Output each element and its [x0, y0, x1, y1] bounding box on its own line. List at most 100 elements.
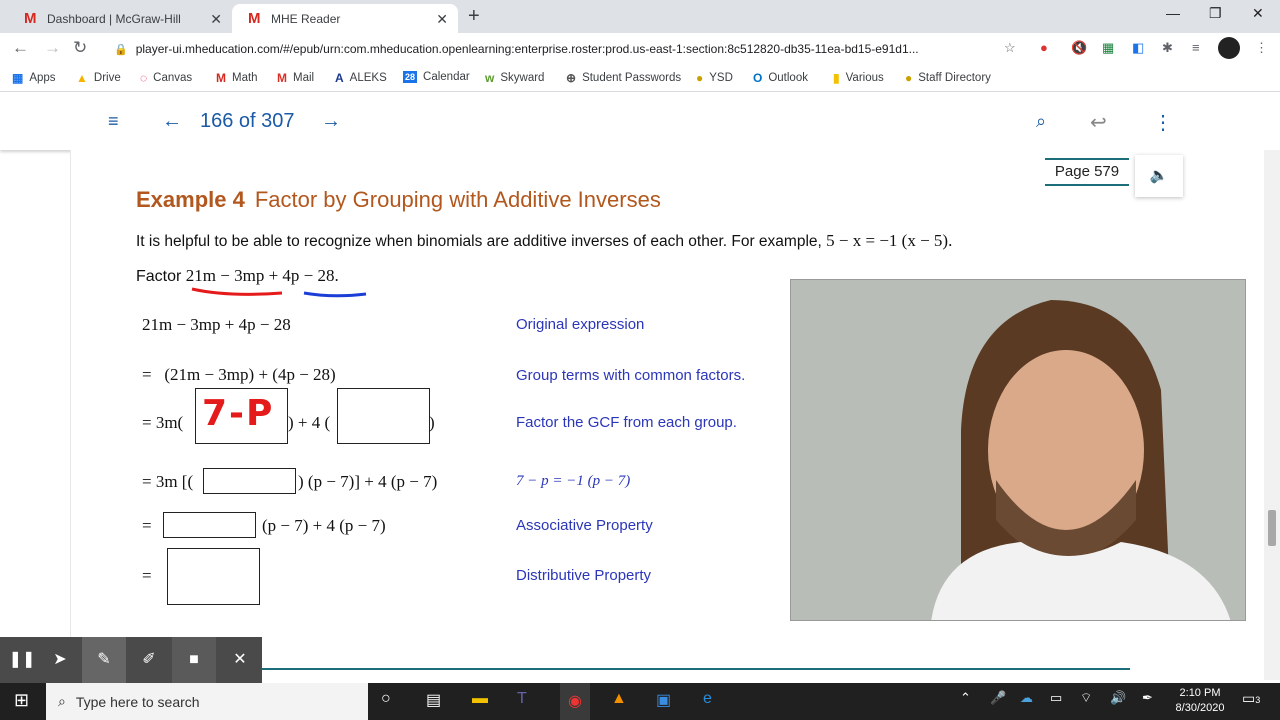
- volume-icon[interactable]: 🔊: [1110, 690, 1126, 706]
- pen-workspace-icon[interactable]: ✒: [1142, 690, 1153, 706]
- edge-icon[interactable]: e: [703, 690, 712, 708]
- bookmark-calendar[interactable]: 28 Calendar: [403, 71, 470, 83]
- menu-icon[interactable]: ⋮: [1255, 40, 1268, 56]
- table-of-contents-icon[interactable]: ≡: [108, 111, 119, 132]
- step-expression-right: ) (p − 7)] + 4 (p − 7): [298, 472, 438, 491]
- tab-dashboard[interactable]: M Dashboard | McGraw-Hill ✕: [8, 4, 232, 33]
- pointer-icon[interactable]: ➤: [38, 637, 82, 683]
- example-title: Factor by Grouping with Additive Inverse…: [254, 187, 661, 212]
- speaker-icon: 🔈: [1149, 167, 1169, 184]
- answer-box[interactable]: [163, 512, 256, 538]
- bookmark-label: Mail: [293, 72, 315, 84]
- bookmark-canvas[interactable]: ◌ Canvas: [140, 71, 192, 85]
- avatar[interactable]: [1218, 37, 1240, 59]
- cortana-icon[interactable]: ○: [381, 690, 391, 708]
- skyward-icon: w: [485, 71, 495, 85]
- calendar-icon: 28: [403, 71, 418, 83]
- maximize-icon[interactable]: ❐: [1209, 5, 1222, 22]
- extension-icon[interactable]: ●: [1040, 40, 1048, 55]
- battery-icon[interactable]: ▭: [1050, 690, 1062, 706]
- mute-icon[interactable]: 🔇: [1071, 40, 1087, 56]
- bookmark-aleks[interactable]: A ALEKS: [335, 71, 387, 85]
- bookmark-drive[interactable]: ▲ Drive: [76, 71, 121, 85]
- bookmark-label: Outlook: [768, 72, 808, 84]
- chrome-icon[interactable]: ◉: [560, 683, 590, 720]
- folder-icon: ▮: [833, 71, 840, 85]
- vlc-icon[interactable]: ▲: [611, 690, 627, 708]
- screencast-icon[interactable]: ▣: [656, 690, 671, 710]
- sheets-icon[interactable]: ▦: [1102, 40, 1114, 56]
- task-view-icon[interactable]: ▤: [426, 690, 441, 710]
- red-underline: [191, 287, 283, 296]
- star-icon[interactable]: ☆: [1004, 40, 1016, 56]
- tab-mhe-reader[interactable]: M MHE Reader ✕: [232, 4, 458, 33]
- file-explorer-icon[interactable]: ▬: [472, 690, 488, 708]
- pen-icon[interactable]: ✎: [82, 637, 126, 683]
- new-tab-button[interactable]: +: [468, 5, 480, 28]
- search-icon: ⌕: [58, 693, 66, 709]
- handwritten-underline: [191, 287, 367, 298]
- previous-page-icon[interactable]: ←: [162, 110, 182, 133]
- answer-box-filled[interactable]: 7-P: [195, 388, 288, 444]
- onedrive-icon[interactable]: ☁: [1020, 690, 1033, 706]
- example-heading: Example 4 Factor by Grouping with Additiv…: [136, 187, 661, 213]
- answer-box[interactable]: [167, 548, 260, 605]
- address-bar[interactable]: 🔒 player-ui.mheducation.com/#/epub/urn:c…: [104, 37, 1028, 61]
- bookmark-skyward[interactable]: w Skyward: [485, 71, 544, 85]
- close-window-icon[interactable]: ✕: [1252, 5, 1264, 22]
- bookmark-apps[interactable]: ▦ Apps: [12, 71, 56, 85]
- forward-icon[interactable]: →: [44, 38, 61, 58]
- extension-icon[interactable]: ◧: [1132, 40, 1144, 56]
- scroll-thumb[interactable]: [1268, 510, 1276, 546]
- intro-text: It is helpful to be able to recognize wh…: [136, 231, 952, 251]
- bookmark-various[interactable]: ▮ Various: [833, 71, 884, 85]
- webcam-overlay: [790, 279, 1246, 621]
- outlook-icon: O: [753, 71, 763, 85]
- bookmark-staff-directory[interactable]: ● Staff Directory: [905, 71, 991, 85]
- microphone-icon[interactable]: 🎤: [990, 690, 1006, 706]
- page-scrollbar[interactable]: [1264, 150, 1280, 680]
- step-expression: = (21m − 3mp) + (4p − 28): [142, 365, 336, 384]
- windows-start-icon[interactable]: ⊞: [14, 690, 29, 711]
- back-icon[interactable]: ←: [12, 38, 29, 58]
- bookmark-mail[interactable]: M Mail: [277, 71, 314, 85]
- bookmark-ysd[interactable]: ● YSD: [696, 71, 733, 85]
- close-icon[interactable]: ✕: [218, 637, 262, 683]
- highlighter-icon[interactable]: ✐: [127, 637, 171, 683]
- page-counter: 166 of 307: [200, 110, 295, 132]
- answer-box[interactable]: [337, 388, 430, 444]
- answer-box[interactable]: [203, 468, 296, 494]
- notification-count: 3: [1255, 695, 1261, 705]
- camera-icon[interactable]: ■: [172, 637, 216, 683]
- search-placeholder: Type here to search: [75, 693, 200, 710]
- teams-icon[interactable]: T: [517, 690, 527, 708]
- example-label: Example 4: [136, 187, 245, 212]
- close-tab-icon[interactable]: ✕: [436, 11, 448, 28]
- factor-expression: 21m − 3mp + 4p − 28.: [185, 266, 339, 285]
- mcgraw-hill-icon: M: [216, 71, 226, 85]
- bookmark-outlook[interactable]: O Outlook: [753, 71, 808, 85]
- show-hidden-icons[interactable]: ⌃: [960, 690, 971, 706]
- audio-button[interactable]: 🔈: [1135, 155, 1183, 197]
- notification-center-icon[interactable]: ▭3: [1242, 690, 1260, 707]
- minimize-icon[interactable]: —: [1166, 5, 1180, 21]
- taskbar-search[interactable]: ⌕ Type here to search: [46, 683, 368, 720]
- bookmark-label: ALEKS: [349, 72, 387, 84]
- bookmark-math[interactable]: M Math: [216, 71, 258, 85]
- more-options-icon[interactable]: ⋮: [1153, 110, 1173, 135]
- step-note: Group terms with common factors.: [516, 367, 746, 384]
- search-icon[interactable]: ⌕: [1036, 111, 1046, 132]
- next-page-icon[interactable]: →: [321, 110, 341, 133]
- drive-icon: ▲: [76, 71, 88, 85]
- wifi-icon[interactable]: ⌔: [1080, 690, 1092, 706]
- system-clock[interactable]: 2:10 PM 8/30/2020: [1170, 686, 1230, 716]
- intro-sentence: It is helpful to be able to recognize wh…: [136, 233, 822, 250]
- return-icon[interactable]: ↩: [1090, 110, 1107, 135]
- close-tab-icon[interactable]: ✕: [210, 11, 222, 28]
- webcam-video: [791, 280, 1245, 620]
- canvas-icon: ◌: [140, 71, 148, 85]
- puzzle-icon[interactable]: ✱: [1162, 40, 1173, 56]
- reading-list-icon[interactable]: ≡: [1192, 40, 1200, 55]
- bookmark-student-passwords[interactable]: ⊕ Student Passwords: [566, 71, 681, 85]
- reload-icon[interactable]: ↻: [73, 38, 87, 58]
